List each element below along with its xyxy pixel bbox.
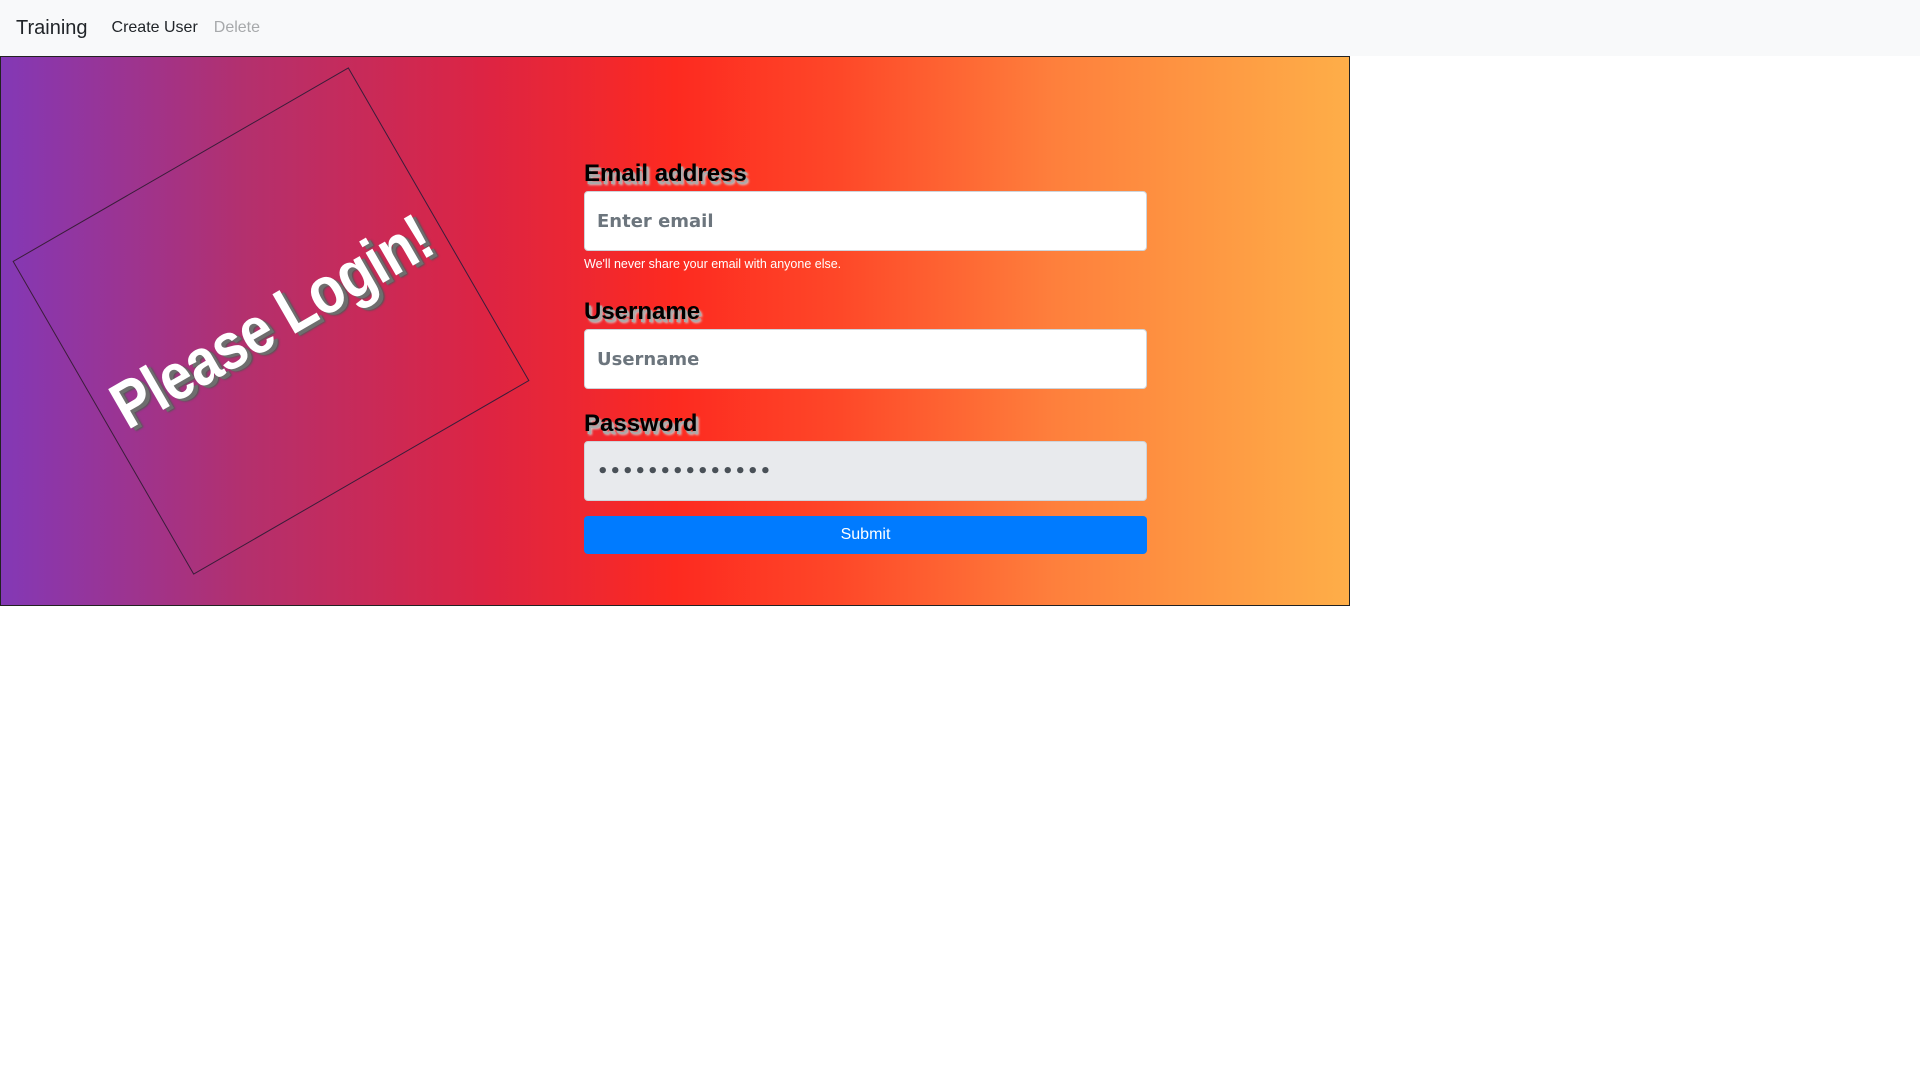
username-field[interactable] (584, 329, 1147, 389)
login-stamp-box: Please Login! (12, 67, 530, 575)
nav-link-delete: Delete (213, 19, 261, 36)
top-navbar: Training Create User Delete (0, 0, 1920, 56)
nav-link-create-user[interactable]: Create User (112, 19, 198, 37)
password-label: Password (584, 410, 698, 437)
navbar-brand[interactable]: Training (16, 17, 88, 40)
email-field[interactable] (584, 191, 1147, 251)
login-form: Email address We'll never share your ema… (584, 157, 1147, 554)
submit-button[interactable]: Submit (584, 516, 1147, 554)
please-login-banner: Please Login! (97, 199, 445, 443)
email-label: Email address (584, 160, 747, 187)
username-label: Username (584, 298, 701, 325)
password-field[interactable] (584, 441, 1147, 501)
email-help-text: We'll never share your email with anyone… (584, 257, 842, 271)
login-panel: Please Login! Email address We'll never … (0, 56, 1350, 606)
